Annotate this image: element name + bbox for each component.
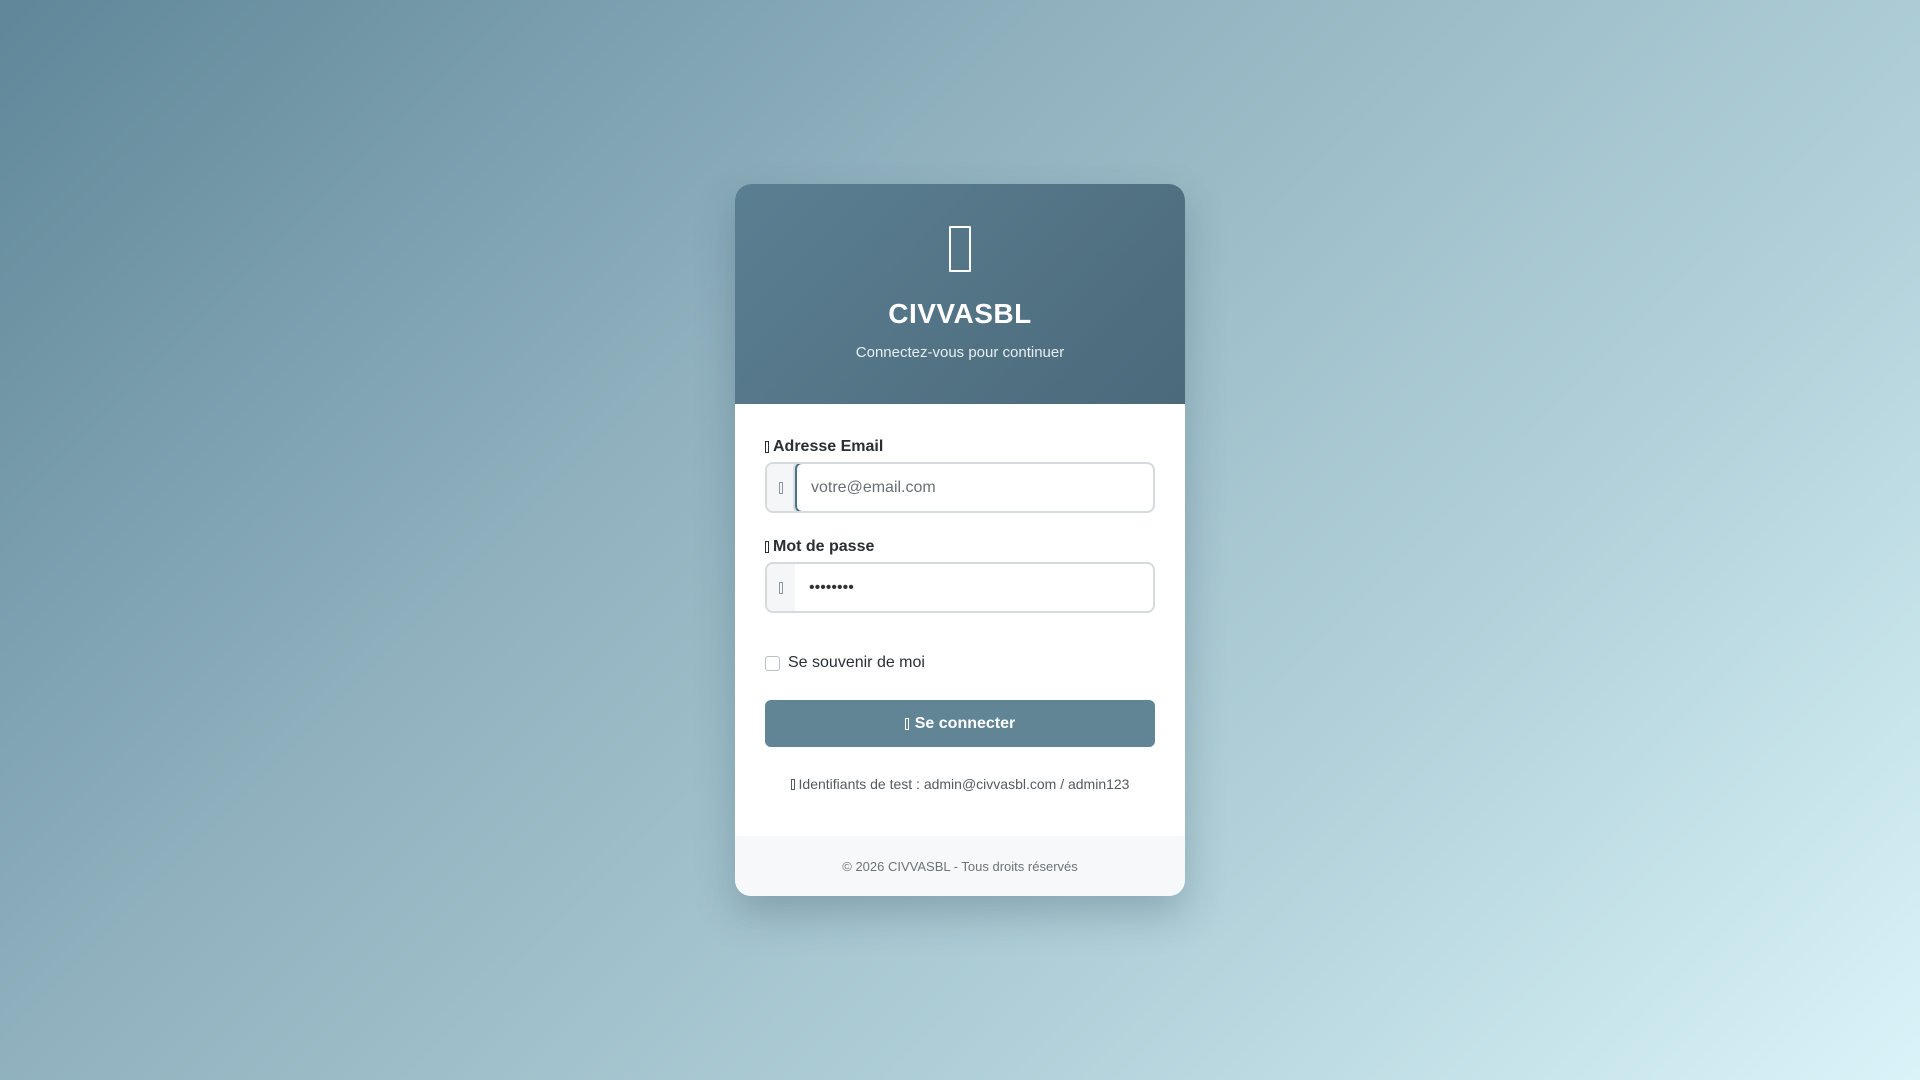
app-title: CIVVASBL [888,298,1032,329]
remember-me[interactable]: Se souvenir de moi [765,654,925,672]
email-addon [767,464,795,511]
password-addon [767,564,795,611]
key-icon [779,581,783,594]
login-button-label: Se connecter [914,714,1016,732]
lock-icon [765,541,769,553]
login-button[interactable]: Se connecter [765,700,1155,747]
app-subtitle: Connectez-vous pour continuer [855,344,1065,361]
email-label: Adresse Email [765,438,883,456]
email-input-group [765,462,1155,513]
envelope-icon [765,441,769,453]
login-footer: © 2026 CIVVASBL - Tous droits réservés [735,836,1185,896]
login-form: Adresse Email Mot de passe Se souvenir d… [735,404,1185,836]
password-input-group [765,562,1155,613]
password-label: Mot de passe [765,538,874,556]
email-input[interactable] [795,464,1153,511]
test-credentials-hint: Identifiants de test : admin@civvasbl.co… [735,776,1185,792]
email-label-text: Adresse Email [773,438,884,455]
copyright-text: © 2026 CIVVASBL - Tous droits réservés [842,858,1078,874]
remember-label: Se souvenir de moi [788,654,925,671]
password-label-text: Mot de passe [773,538,875,555]
login-card: CIVVASBL Connectez-vous pour continuer A… [735,184,1185,896]
password-input[interactable] [795,564,1153,611]
sign-in-icon [904,717,909,730]
remember-checkbox[interactable] [765,655,780,671]
info-icon [790,778,795,790]
login-header: CIVVASBL Connectez-vous pour continuer [735,184,1185,404]
hint-text: Identifiants de test : admin@civvasbl.co… [798,776,1130,792]
at-icon [779,481,783,494]
app-logo-icon [735,226,1185,272]
